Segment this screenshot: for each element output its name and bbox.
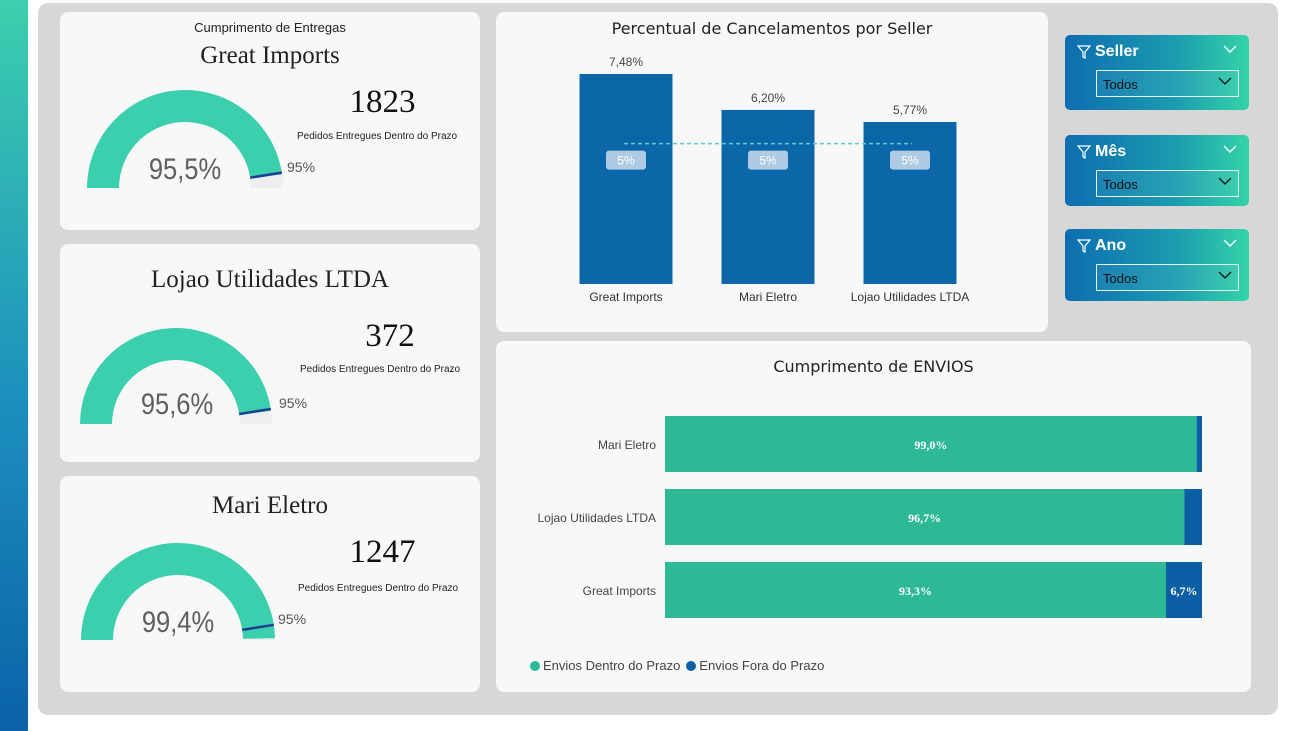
category-label: Lojao Utilidades LTDA [537,511,656,525]
slicer-title: Mês [1095,143,1127,160]
chevron-down-icon[interactable] [1223,239,1237,248]
reference-label: 5% [901,154,919,168]
gauge-card-great-imports: Cumprimento de Entregas Great Imports 18… [60,12,480,230]
left-accent-bar [0,0,28,731]
stack-value-label: 99,0% [914,438,947,452]
gauge-card-lojao-utilidades: Lojao Utilidades LTDA 372 Pedidos Entreg… [60,244,480,462]
chevron-down-icon[interactable] [1218,77,1232,86]
filter-icon [1077,145,1091,159]
filter-icon [1077,45,1091,59]
slicer-mes[interactable]: Mês Todos [1065,135,1249,206]
gauge-target-label: 95% [278,611,307,627]
slicer-header: Mês [1077,143,1126,161]
bar-0 [579,74,673,284]
category-label: Lojao Utilidades LTDA [851,290,970,304]
slicer-selected-value: Todos [1103,77,1138,92]
shipping-chart-card: Cumprimento de ENVIOS 99,0% Mari Eletro 96… [496,341,1251,692]
bar-2 [863,122,957,284]
legend-swatch-in [530,660,540,671]
cancellation-bar-chart: 7,48% Great Imports 5% 6,20% Mari Eletro 5% 5,… [579,55,970,304]
stack-value-label: 93,3% [899,584,932,598]
slicer-dropdown[interactable]: Todos [1096,70,1239,97]
bar-value-label: 6,20% [751,91,785,105]
legend-label-out: Envios Fora do Prazo [699,658,825,673]
slicer-dropdown[interactable]: Todos [1096,264,1239,291]
bar-value-label: 7,48% [609,55,643,69]
cancellation-chart-card: Percentual de Cancelamentos por Seller 7… [496,12,1048,332]
slicer-dropdown[interactable]: Todos [1096,170,1239,197]
chevron-down-icon[interactable] [1218,177,1232,186]
bar-value-label: 5,77% [893,103,927,117]
stack-value-label: 6,7% [1171,584,1198,598]
chevron-down-icon[interactable] [1223,45,1237,54]
slicer-selected-value: Todos [1103,177,1138,192]
chevron-down-icon[interactable] [1218,271,1232,280]
gauge-percent-value: 99,4% [141,606,215,639]
reference-label: 5% [617,154,635,168]
slicer-title: Seller [1095,43,1139,60]
chart-legend: Envios Dentro do Prazo Envios Fora do Pr… [530,658,824,673]
gauge-target-label: 95% [279,395,308,411]
gauge-target-label: 95% [287,159,316,175]
shipping-stacked-bar-chart: 99,0% Mari Eletro 96,7% Lojao Utilidades LT… [537,416,1202,618]
stack-bar-out [1184,489,1202,545]
gauge-chart [80,327,272,424]
gauge-chart [87,89,283,188]
slicer-seller[interactable]: Seller Todos [1065,35,1249,110]
slicer-ano[interactable]: Ano Todos [1065,229,1249,301]
category-label: Great Imports [583,584,656,598]
gauge-chart [81,542,275,640]
gauge-percent-value: 95,6% [140,388,214,421]
reference-label: 5% [759,154,777,168]
slicer-title: Ano [1095,237,1127,254]
category-label: Great Imports [589,290,662,304]
legend-swatch-out [686,660,697,671]
gauge-percent-value: 95,5% [148,153,222,186]
legend-label-in: Envios Dentro do Prazo [543,658,681,673]
bar-1 [721,109,815,285]
gauge-card-mari-eletro: Mari Eletro 1247 Pedidos Entregues Dentr… [60,476,480,692]
filter-icon [1077,239,1091,253]
chevron-down-icon[interactable] [1223,145,1237,154]
slicer-header: Seller [1077,43,1139,61]
slicer-selected-value: Todos [1103,271,1138,286]
slicer-header: Ano [1077,237,1126,255]
category-label: Mari Eletro [598,438,656,452]
stack-value-label: 96,7% [908,511,941,525]
category-label: Mari Eletro [739,290,797,304]
stack-bar-out [1196,416,1202,472]
